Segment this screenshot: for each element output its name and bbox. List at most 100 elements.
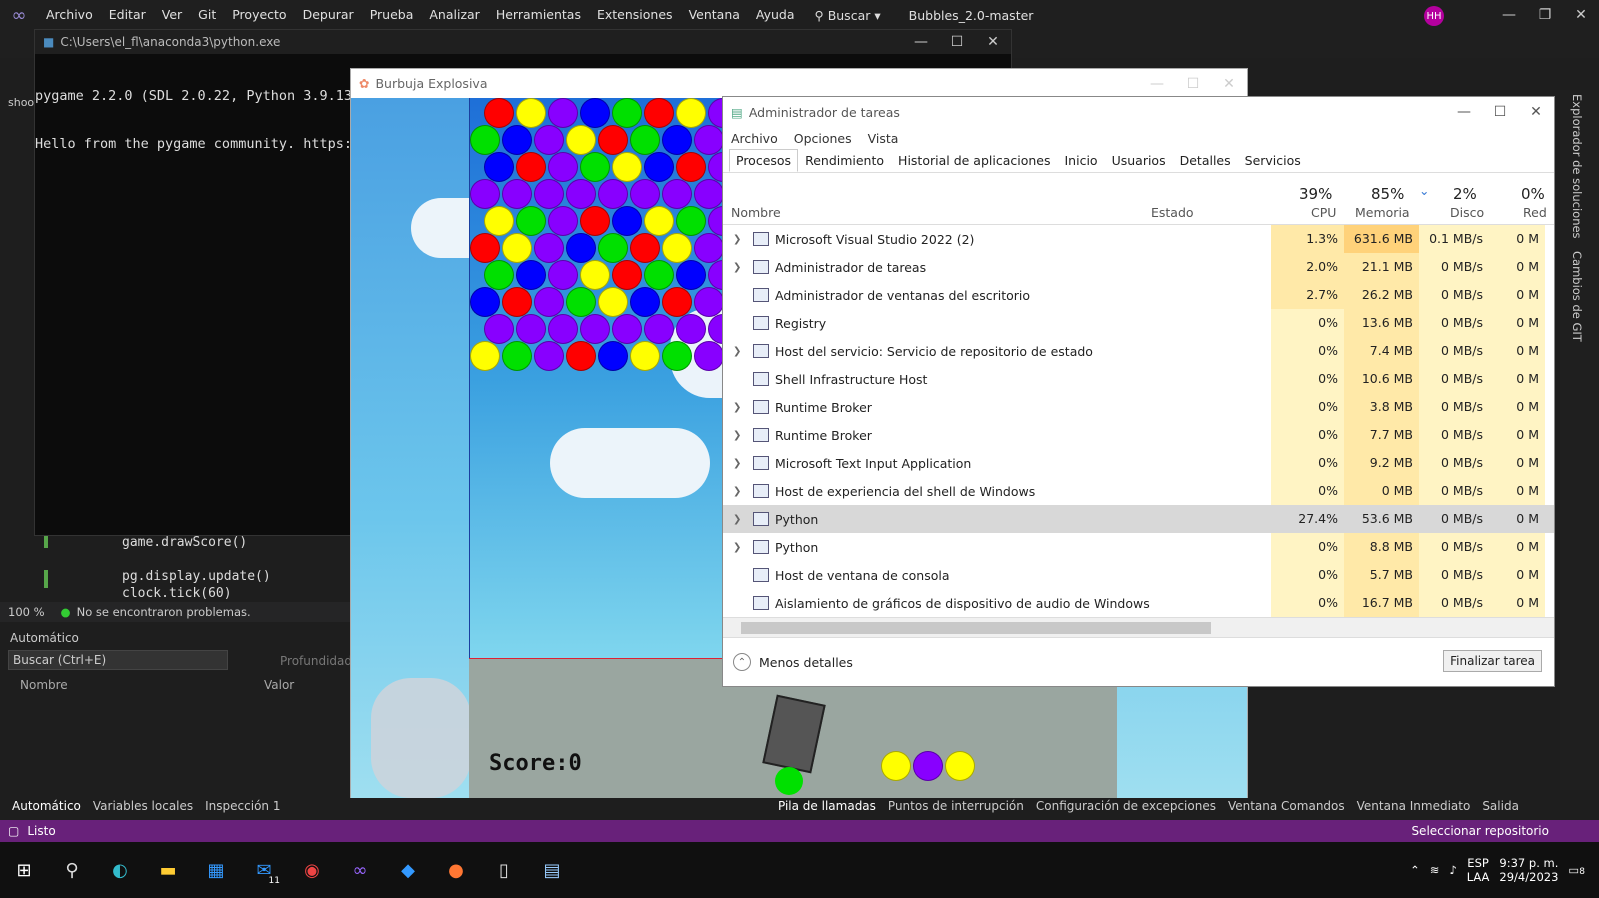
restore-icon[interactable]: ❐: [1527, 7, 1563, 23]
close-icon[interactable]: ✕: [1518, 104, 1554, 120]
editor-tab[interactable]: shoo: [8, 96, 34, 109]
clock-time[interactable]: 9:37 p. m.: [1499, 856, 1558, 870]
menu-item[interactable]: Ayuda: [748, 0, 803, 30]
maximize-icon[interactable]: ☐: [1482, 104, 1518, 120]
tm-tab[interactable]: Servicios: [1238, 149, 1308, 172]
solution-explorer-tab[interactable]: Explorador de soluciones: [1570, 94, 1584, 239]
chevron-right-icon[interactable]: ❯: [733, 486, 741, 497]
task-manager-taskbar-icon[interactable]: ▤: [528, 850, 576, 890]
bottom-tab[interactable]: Salida: [1482, 799, 1519, 813]
process-row[interactable]: Aislamiento de gráficos de dispositivo d…: [723, 589, 1554, 617]
bottom-tab[interactable]: Inspección 1: [205, 799, 280, 813]
task-manager-window[interactable]: ▤ Administrador de tareas — ☐ ✕ Archivo O…: [722, 96, 1555, 687]
process-row[interactable]: ❯ Runtime Broker 0% 3.8 MB 0 MB/s 0 M: [723, 393, 1554, 421]
menu-item[interactable]: Ver: [154, 0, 190, 30]
tm-menu-item[interactable]: Archivo: [731, 131, 778, 146]
minimize-icon[interactable]: —: [1139, 76, 1175, 92]
lang-top[interactable]: ESP: [1467, 856, 1489, 870]
process-row[interactable]: ❯ Python 0% 8.8 MB 0 MB/s 0 M: [723, 533, 1554, 561]
col-memory[interactable]: Memoria: [1355, 205, 1410, 220]
vs-search-button[interactable]: ⚲ Buscar ▾: [815, 8, 881, 23]
menu-item[interactable]: Depurar: [295, 0, 362, 30]
col-disk[interactable]: Disco: [1450, 205, 1484, 220]
chevron-up-icon[interactable]: ⌃: [1410, 863, 1420, 877]
notifications-icon[interactable]: ▭8: [1568, 863, 1585, 877]
tm-menu-item[interactable]: Vista: [868, 131, 899, 146]
avatar[interactable]: HH: [1424, 6, 1444, 26]
chevron-up-icon[interactable]: ⌃: [733, 653, 751, 671]
process-row[interactable]: ❯ Python 27.4% 53.6 MB 0 MB/s 0 M: [723, 505, 1554, 533]
process-row[interactable]: Host de ventana de consola 0% 5.7 MB 0 MB/s…: [723, 561, 1554, 589]
close-icon[interactable]: ✕: [1211, 76, 1247, 92]
maximize-icon[interactable]: ☐: [1175, 76, 1211, 92]
col-status[interactable]: Estado: [1151, 205, 1194, 220]
menu-item[interactable]: Prueba: [362, 0, 422, 30]
tm-tab[interactable]: Procesos: [729, 149, 799, 172]
lang-bottom[interactable]: LAA: [1467, 870, 1490, 884]
col-network[interactable]: Red: [1523, 205, 1547, 220]
tm-tab[interactable]: Historial de aplicaciones: [891, 149, 1057, 172]
git-changes-tab[interactable]: Cambios de GIT: [1570, 251, 1584, 342]
fewer-details-button[interactable]: Menos detalles: [759, 655, 853, 670]
minimize-icon[interactable]: —: [1491, 7, 1527, 23]
chevron-right-icon[interactable]: ❯: [733, 430, 741, 441]
network-icon[interactable]: ≋: [1430, 863, 1440, 877]
minimize-icon[interactable]: —: [903, 34, 939, 50]
menu-item[interactable]: Extensiones: [589, 0, 681, 30]
chevron-right-icon[interactable]: ❯: [733, 542, 741, 553]
process-row[interactable]: ❯ Microsoft Visual Studio 2022 (2) 1.3% 631…: [723, 225, 1554, 253]
menu-item[interactable]: Herramientas: [488, 0, 589, 30]
col-name[interactable]: Nombre: [731, 205, 781, 220]
menu-item[interactable]: Proyecto: [224, 0, 294, 30]
process-row[interactable]: Registry 0% 13.6 MB 0 MB/s 0 M: [723, 309, 1554, 337]
bottom-tab[interactable]: Puntos de interrupción: [888, 799, 1024, 813]
notepad-icon[interactable]: ▯: [480, 850, 528, 890]
tm-tab[interactable]: Detalles: [1173, 149, 1238, 172]
process-row[interactable]: ❯ Runtime Broker 0% 7.7 MB 0 MB/s 0 M: [723, 421, 1554, 449]
bottom-tab[interactable]: Variables locales: [93, 799, 193, 813]
edge-icon[interactable]: ◐: [96, 850, 144, 890]
code-editor[interactable]: game.drawScore() pg.display.update() clo…: [0, 534, 350, 602]
problems-text[interactable]: No se encontraron problemas.: [77, 605, 251, 619]
menu-item[interactable]: Ventana: [681, 0, 748, 30]
visual-studio-icon[interactable]: ∞: [336, 850, 384, 890]
chevron-right-icon[interactable]: ❯: [733, 514, 741, 525]
tm-menu-item[interactable]: Opciones: [794, 131, 852, 146]
chevron-right-icon[interactable]: ❯: [733, 458, 741, 469]
windows-start-icon[interactable]: ⊞: [0, 850, 48, 890]
firefox-icon[interactable]: ●: [432, 850, 480, 890]
menu-item[interactable]: Editar: [101, 0, 154, 30]
chevron-right-icon[interactable]: ❯: [733, 346, 741, 357]
store-icon[interactable]: ▦: [192, 850, 240, 890]
process-row[interactable]: ❯ Administrador de tareas 2.0% 21.1 MB 0 MB/…: [723, 253, 1554, 281]
tm-tab[interactable]: Inicio: [1058, 149, 1105, 172]
select-repo-button[interactable]: Seleccionar repositorio: [1411, 824, 1549, 838]
chrome-icon[interactable]: ◉: [288, 850, 336, 890]
clock-date[interactable]: 29/4/2023: [1499, 870, 1558, 884]
process-list[interactable]: ❯ Microsoft Visual Studio 2022 (2) 1.3% 631…: [723, 225, 1554, 617]
tm-tab[interactable]: Rendimiento: [798, 149, 891, 172]
zoom-level[interactable]: 100 %: [8, 605, 45, 619]
process-row[interactable]: Administrador de ventanas del escritorio…: [723, 281, 1554, 309]
h-scrollbar[interactable]: [723, 617, 1554, 637]
bottom-tab[interactable]: Pila de llamadas: [778, 799, 876, 813]
chevron-right-icon[interactable]: ❯: [733, 262, 741, 273]
bottom-tab[interactable]: Ventana Comandos: [1228, 799, 1345, 813]
python-launcher-icon[interactable]: ◆: [384, 850, 432, 890]
volume-icon[interactable]: ♪: [1449, 863, 1456, 877]
minimize-icon[interactable]: —: [1446, 104, 1482, 120]
close-icon[interactable]: ✕: [975, 34, 1011, 50]
process-row[interactable]: ❯ Host de experiencia del shell de Window…: [723, 477, 1554, 505]
end-task-button[interactable]: Finalizar tarea: [1443, 650, 1542, 672]
maximize-icon[interactable]: ☐: [939, 34, 975, 50]
process-row[interactable]: Shell Infrastructure Host 0% 10.6 MB 0 MB/s…: [723, 365, 1554, 393]
autos-search-input[interactable]: Buscar (Ctrl+E): [8, 650, 228, 670]
mail-icon[interactable]: ✉ 11: [240, 850, 288, 890]
menu-item[interactable]: Analizar: [421, 0, 487, 30]
file-explorer-icon[interactable]: ▬: [144, 850, 192, 890]
bottom-tab[interactable]: Configuración de excepciones: [1036, 799, 1216, 813]
tm-tab[interactable]: Usuarios: [1105, 149, 1173, 172]
bottom-tab[interactable]: Automático: [12, 799, 81, 813]
chevron-right-icon[interactable]: ❯: [733, 234, 741, 245]
col-cpu[interactable]: CPU: [1311, 205, 1336, 220]
